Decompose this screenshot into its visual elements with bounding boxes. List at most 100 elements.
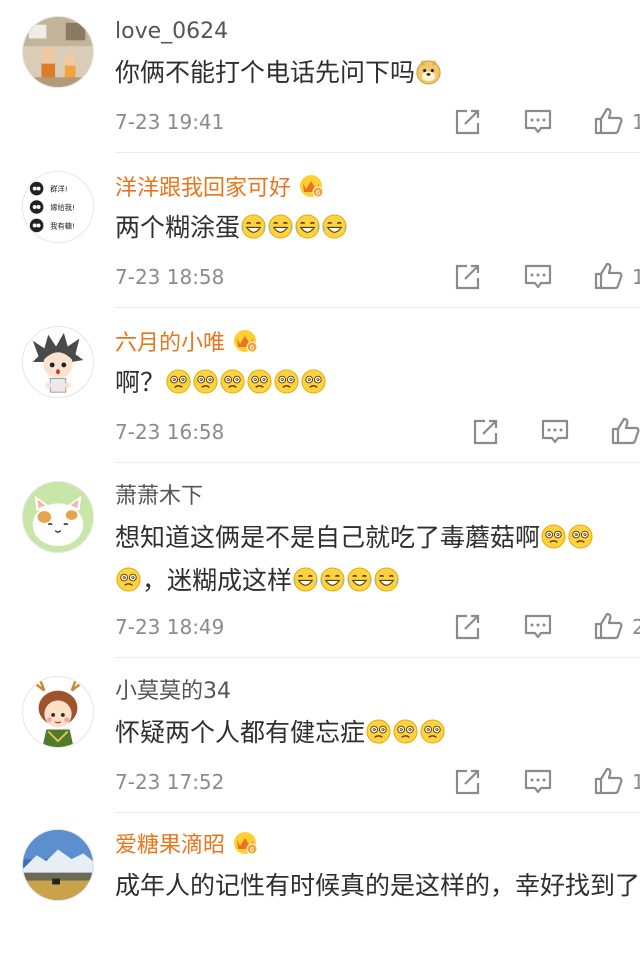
svg-text:6: 6 [250, 846, 255, 854]
like-count: 1 [632, 265, 640, 289]
username-text: 六月的小唯 [115, 331, 226, 356]
like-count: 1 [632, 110, 640, 134]
laugh-cry-emoji-icon [374, 567, 399, 592]
dizzy-emoji-icon [420, 719, 445, 744]
username-text: 洋洋跟我回家可好 [115, 176, 292, 201]
like-icon [594, 612, 623, 640]
reply-button[interactable] [540, 417, 570, 447]
like-icon [611, 417, 640, 445]
share-button[interactable] [452, 262, 482, 292]
like-count: 1 [632, 770, 640, 794]
comment-item: 爱糖果滴昭 6 成年人的记性有时候真的是这样的，幸好找到了 [0, 815, 640, 953]
reply-icon [524, 109, 552, 134]
comment-text-content: 你俩不能打个电话先问下吗 [115, 58, 416, 87]
dizzy-emoji-icon [166, 369, 191, 394]
share-button[interactable] [452, 612, 482, 642]
like-button[interactable] [593, 261, 623, 291]
comment-time: 7-23 18:49 [115, 615, 225, 639]
avatar[interactable] [22, 16, 94, 88]
dizzy-emoji-icon [568, 524, 593, 549]
comment-time: 7-23 19:41 [115, 110, 225, 134]
reply-icon [524, 264, 552, 289]
avatar-text: 嫁给我! [50, 203, 75, 212]
username[interactable]: 小莫莫的34 [115, 678, 231, 706]
dizzy-emoji-icon [116, 567, 141, 592]
laugh-cry-emoji-icon [295, 214, 320, 239]
share-icon [455, 769, 480, 795]
laugh-cry-emoji-icon [322, 214, 347, 239]
username[interactable]: 洋洋跟我回家可好 6 [115, 173, 325, 203]
laugh-cry-emoji-icon [320, 567, 345, 592]
avatar[interactable] [22, 676, 94, 748]
divider [115, 307, 640, 308]
comment-time: 7-23 17:52 [115, 770, 225, 794]
comment-text-line-2: ，迷糊成这样 [115, 559, 640, 602]
avatar[interactable] [22, 326, 94, 398]
divider [115, 812, 640, 813]
laugh-cry-emoji-icon [293, 567, 318, 592]
comment-text: 啊？ [115, 361, 640, 404]
like-button[interactable] [593, 766, 623, 796]
avatar[interactable]: 群洋! 嫁给我! 我有糖! [22, 171, 94, 243]
comment-item: 群洋! 嫁给我! 我有糖! 洋洋跟我回家可好 6 两个糊涂蛋 7-23 18:58… [0, 155, 640, 310]
comment-item: 小莫莫的34 怀疑两个人都有健忘症 7-23 17:52 1 [0, 660, 640, 815]
doge-emoji-icon [416, 59, 441, 85]
share-icon [473, 419, 498, 445]
comment-time: 7-23 16:58 [115, 420, 225, 444]
username[interactable]: love_0624 [115, 18, 228, 46]
comment-text: 成年人的记性有时候真的是这样的，幸好找到了 [115, 864, 640, 907]
comment-time: 7-23 18:58 [115, 265, 225, 289]
comment-text-content: 两个糊涂蛋 [115, 213, 241, 242]
dizzy-emoji-icon [220, 369, 245, 394]
comment-text: 想知道这俩是不是自己就吃了毒蘑菇啊 [115, 516, 640, 559]
reply-icon [524, 614, 552, 639]
reply-button[interactable] [523, 262, 553, 292]
reply-icon [524, 769, 552, 794]
divider [115, 657, 640, 658]
reply-icon [541, 419, 569, 444]
vip-crown-badge-icon: 6 [300, 175, 324, 198]
dizzy-emoji-icon [366, 719, 391, 744]
username-text: 爱糖果滴昭 [115, 833, 226, 858]
laugh-cry-emoji-icon [268, 214, 293, 239]
svg-text:6: 6 [316, 189, 321, 197]
comment-text: 两个糊涂蛋 [115, 206, 640, 249]
dizzy-emoji-icon [301, 369, 326, 394]
comment-text-content: 成年人的记性有时候真的是这样的，幸好找到了 [115, 871, 640, 900]
like-count: 2 [632, 615, 640, 639]
comment-text: 怀疑两个人都有健忘症 [115, 711, 640, 754]
username[interactable]: 萧萧木下 [115, 483, 203, 511]
share-icon [455, 109, 480, 135]
svg-text:6: 6 [250, 344, 255, 352]
share-button[interactable] [452, 767, 482, 797]
like-button[interactable] [610, 416, 640, 446]
dizzy-emoji-icon [193, 369, 218, 394]
username[interactable]: 六月的小唯 6 [115, 328, 259, 358]
like-button[interactable] [593, 106, 623, 136]
share-button[interactable] [470, 417, 500, 447]
dizzy-emoji-icon [274, 369, 299, 394]
avatar[interactable] [22, 481, 94, 553]
comment-text: 你俩不能打个电话先问下吗 [115, 51, 640, 94]
dizzy-emoji-icon [393, 719, 418, 744]
reply-button[interactable] [523, 767, 553, 797]
comment-text-content: 啊？ [115, 368, 166, 397]
comment-text-content: 怀疑两个人都有健忘症 [115, 718, 366, 747]
comment-text-content: 想知道这俩是不是自己就吃了毒蘑菇啊 [115, 523, 541, 552]
like-button[interactable] [593, 611, 623, 641]
share-button[interactable] [452, 107, 482, 137]
comment-item: 六月的小唯 6 啊？ 7-23 16:58 [0, 310, 640, 465]
divider [115, 152, 640, 153]
reply-button[interactable] [523, 107, 553, 137]
username[interactable]: 爱糖果滴昭 6 [115, 830, 259, 860]
vip-crown-badge-icon: 6 [234, 832, 258, 855]
laugh-cry-emoji-icon [347, 567, 372, 592]
dizzy-emoji-icon [541, 524, 566, 549]
avatar[interactable] [22, 829, 94, 901]
dizzy-emoji-icon [247, 369, 272, 394]
vip-crown-badge-icon: 6 [234, 330, 258, 353]
comment-item: love_0624 你俩不能打个电话先问下吗 7-23 19:41 1 [0, 0, 640, 155]
avatar-text: 我有糖! [50, 221, 75, 230]
reply-button[interactable] [523, 612, 553, 642]
share-icon [455, 264, 480, 290]
